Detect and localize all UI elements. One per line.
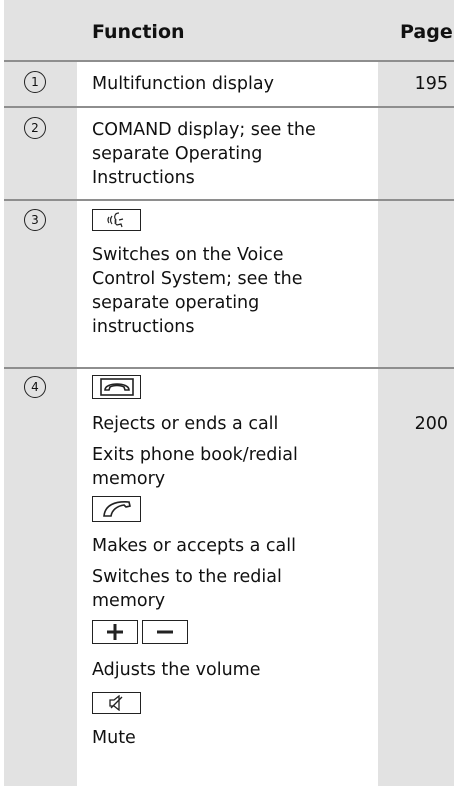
function-text: Instructions xyxy=(92,168,195,188)
header-number-cell xyxy=(4,0,77,60)
mute-icon xyxy=(108,695,122,711)
function-text: Switches on the Voice xyxy=(92,245,284,265)
plus-icon xyxy=(107,624,123,640)
function-text: memory xyxy=(92,591,166,611)
function-text: Multifunction display xyxy=(92,74,274,94)
page-number: 195 xyxy=(414,74,448,94)
function-text: COMAND display; see the xyxy=(92,120,316,140)
function-text: Control System; see the xyxy=(92,269,303,289)
header-page-label: Page xyxy=(400,21,453,43)
table-row: 1 Multifunction display 195 xyxy=(4,62,454,106)
volume-buttons xyxy=(92,620,188,644)
row-number-badge: 4 xyxy=(24,376,46,398)
minus-icon xyxy=(157,630,173,634)
header-function-label: Function xyxy=(92,21,185,43)
table-row: 2 COMAND display; see the separate Opera… xyxy=(4,108,454,199)
function-text: instructions xyxy=(92,317,195,337)
voice-control-button xyxy=(92,209,141,231)
row-number-badge: 1 xyxy=(24,71,46,93)
header-function-cell: Function xyxy=(77,0,378,60)
function-text: Exits phone book/redial xyxy=(92,445,298,465)
function-text: Rejects or ends a call xyxy=(92,414,279,434)
header-page-cell: Page xyxy=(378,0,454,60)
volume-up-button xyxy=(92,620,138,644)
function-text: memory xyxy=(92,469,166,489)
table-row: 3 Switches on the Voice Control System; … xyxy=(4,201,454,367)
function-text: separate Operating xyxy=(92,144,263,164)
function-text: separate operating xyxy=(92,293,260,313)
volume-down-button xyxy=(142,620,188,644)
table-row: 4 Rejects or ends a call Exits phone boo… xyxy=(4,369,454,786)
function-text: Mute xyxy=(92,728,136,748)
function-text: Makes or accepts a call xyxy=(92,536,296,556)
table-header-row: Function Page xyxy=(4,0,454,60)
page-number: 200 xyxy=(414,414,448,434)
row-number-badge: 2 xyxy=(24,117,46,139)
end-call-button xyxy=(92,375,141,399)
voice-control-icon xyxy=(106,212,123,228)
accept-call-button xyxy=(92,496,141,522)
accept-call-icon xyxy=(102,501,131,517)
mute-button xyxy=(92,692,141,714)
end-call-icon xyxy=(99,378,134,396)
function-text: Adjusts the volume xyxy=(92,660,261,680)
row-number-badge: 3 xyxy=(24,209,46,231)
function-text: Switches to the redial xyxy=(92,567,282,587)
